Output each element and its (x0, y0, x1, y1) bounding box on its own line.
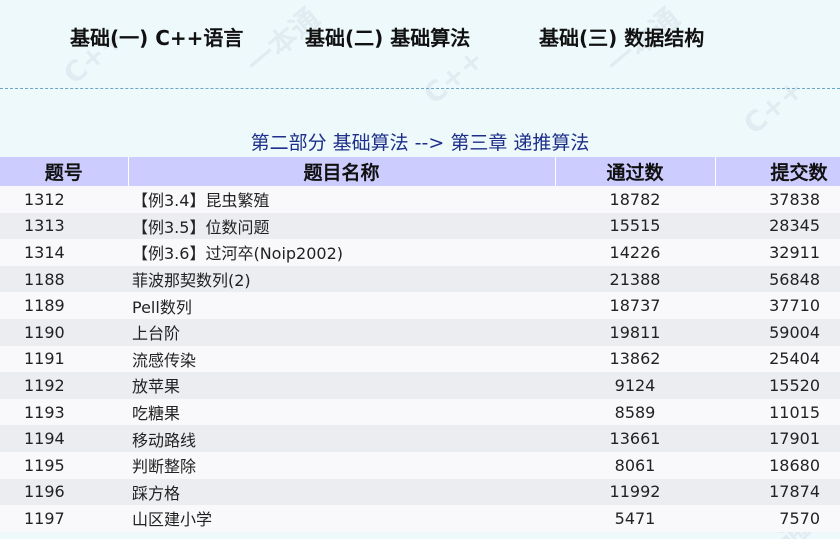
accepted-count: 14226 (555, 239, 715, 266)
problem-table: 题号 题目名称 通过数 提交数 1312 【例3.4】昆虫繁殖 18782 37… (0, 157, 840, 532)
submitted-count: 56848 (715, 265, 840, 293)
table-row: 1189 Pell数列 18737 37710 (0, 292, 840, 319)
problem-id: 1196 (0, 478, 128, 506)
submitted-count: 32911 (715, 239, 840, 266)
submitted-count: 59004 (715, 318, 840, 346)
submitted-count: 37710 (715, 292, 840, 319)
problem-name-link[interactable]: 流感传染 (132, 351, 196, 370)
problem-id: 1312 (0, 186, 128, 213)
column-header-submitted: 提交数 (715, 157, 840, 186)
problem-id: 1313 (0, 212, 128, 240)
table-row: 1197 山区建小学 5471 7570 (0, 505, 840, 532)
submitted-count: 28345 (715, 212, 840, 240)
problem-name-link[interactable]: 上台阶 (132, 324, 180, 343)
column-header-id: 题号 (0, 157, 129, 186)
problem-id: 1188 (0, 265, 128, 293)
accepted-count: 5471 (555, 505, 715, 532)
problem-name-link[interactable]: 踩方格 (132, 484, 180, 503)
table-row: 1314 【例3.6】过河卒(Noip2002) 14226 32911 (0, 239, 840, 266)
problem-id: 1195 (0, 451, 128, 479)
problem-id: 1193 (0, 398, 128, 426)
table-row: 1312 【例3.4】昆虫繁殖 18782 37838 (0, 186, 840, 213)
table-row: 1193 吃糖果 8589 11015 (0, 398, 840, 426)
accepted-count: 13661 (555, 425, 715, 452)
problem-id: 1189 (0, 292, 128, 319)
problem-id: 1190 (0, 318, 128, 346)
accepted-count: 21388 (555, 265, 715, 293)
table-row: 1194 移动路线 13661 17901 (0, 425, 840, 452)
top-nav: 基础(一) C++语言 基础(二) 基础算法 基础(三) 数据结构 (0, 0, 840, 89)
submitted-count: 18680 (715, 451, 840, 479)
table-header-row: 题号 题目名称 通过数 提交数 (0, 157, 840, 186)
problem-name-link[interactable]: 菲波那契数列(2) (132, 271, 251, 290)
submitted-count: 37838 (715, 186, 840, 213)
accepted-count: 9124 (555, 372, 715, 399)
problem-name-link[interactable]: 【例3.4】昆虫繁殖 (132, 191, 269, 210)
problem-id: 1314 (0, 239, 128, 266)
problem-name-link[interactable]: Pell数列 (132, 298, 192, 317)
submitted-count: 17901 (715, 425, 840, 452)
accepted-count: 13862 (555, 345, 715, 373)
submitted-count: 25404 (715, 345, 840, 373)
accepted-count: 8061 (555, 451, 715, 479)
problem-name-link[interactable]: 判断整除 (132, 457, 196, 476)
problem-name-link[interactable]: 【例3.6】过河卒(Noip2002) (132, 244, 343, 263)
submitted-count: 17874 (715, 478, 840, 506)
problem-id: 1192 (0, 372, 128, 399)
accepted-count: 19811 (555, 318, 715, 346)
submitted-count: 11015 (715, 398, 840, 426)
accepted-count: 15515 (555, 212, 715, 240)
table-row: 1190 上台阶 19811 59004 (0, 318, 840, 346)
nav-link-basic-algorithms[interactable]: 基础(二) 基础算法 (305, 22, 470, 51)
table-row: 1191 流感传染 13862 25404 (0, 345, 840, 373)
accepted-count: 8589 (555, 398, 715, 426)
submitted-count: 15520 (715, 372, 840, 399)
table-row: 1313 【例3.5】位数问题 15515 28345 (0, 212, 840, 240)
table-row: 1188 菲波那契数列(2) 21388 56848 (0, 265, 840, 293)
submitted-count: 7570 (715, 505, 840, 532)
problem-name-link[interactable]: 移动路线 (132, 431, 196, 450)
accepted-count: 18737 (555, 292, 715, 319)
problem-id: 1197 (0, 505, 128, 532)
chapter-title: 第二部分 基础算法 --> 第三章 递推算法 (250, 132, 590, 154)
nav-link-cpp-language[interactable]: 基础(一) C++语言 (70, 22, 243, 51)
problem-id: 1191 (0, 345, 128, 373)
accepted-count: 18782 (555, 186, 715, 213)
table-row: 1192 放苹果 9124 15520 (0, 372, 840, 399)
column-header-accepted: 通过数 (555, 157, 716, 186)
table-row: 1196 踩方格 11992 17874 (0, 478, 840, 506)
problem-name-link[interactable]: 山区建小学 (132, 510, 212, 529)
problem-name-link[interactable]: 【例3.5】位数问题 (132, 218, 269, 237)
column-header-name: 题目名称 (128, 157, 556, 186)
accepted-count: 11992 (555, 478, 715, 506)
table-row: 1195 判断整除 8061 18680 (0, 451, 840, 479)
problem-name-link[interactable]: 放苹果 (132, 377, 180, 396)
problem-name-link[interactable]: 吃糖果 (132, 404, 180, 423)
nav-link-data-structures[interactable]: 基础(三) 数据结构 (539, 22, 704, 51)
problem-id: 1194 (0, 425, 128, 452)
